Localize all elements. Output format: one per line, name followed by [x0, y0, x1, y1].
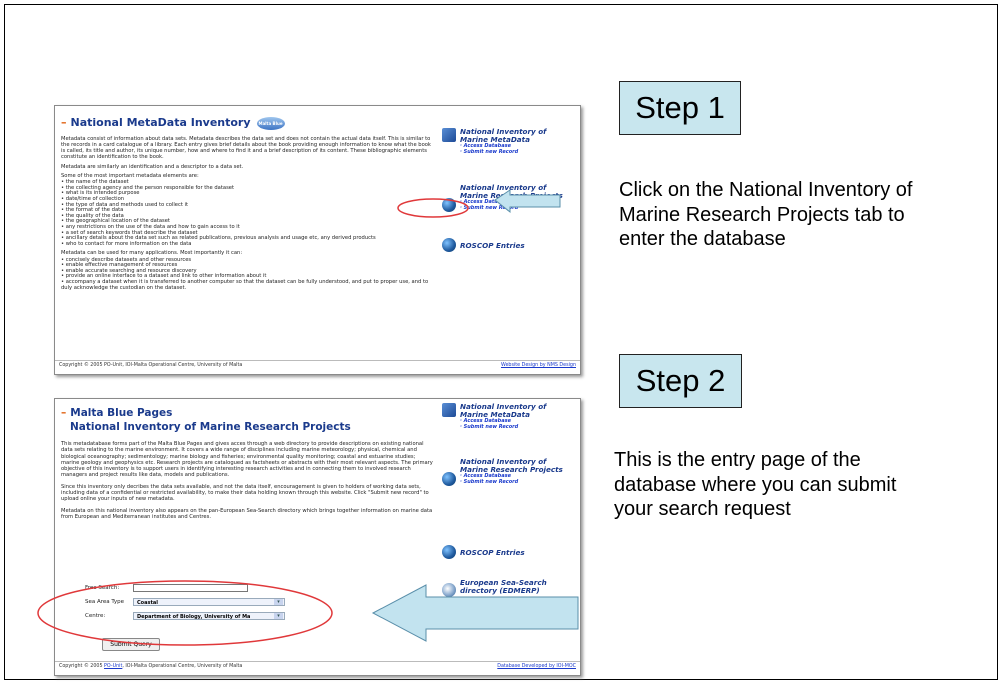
- title-dash-icon: –: [61, 116, 67, 129]
- sidebar-title: National Inventory of Marine Research Pr…: [460, 183, 576, 212]
- sidebar-item-roscop[interactable]: ROSCOP Entries: [442, 238, 576, 254]
- book-icon: [442, 128, 456, 142]
- title-dash-icon: –: [61, 407, 67, 419]
- sidebar-title-text: European Sea-Search directory (EDMERP): [460, 578, 547, 595]
- sea-area-label: Sea Area Type: [85, 599, 125, 605]
- sidebar-title-text: National Inventory of Marine Research Pr…: [460, 183, 563, 200]
- submit-record-link[interactable]: · Submit new Record: [460, 479, 576, 485]
- paragraph: Metadata are similarly an identification…: [61, 163, 244, 170]
- sidebar-title: National Inventory of Marine MetaData · …: [460, 127, 576, 156]
- sea-area-select[interactable]: Coastal ▾: [133, 598, 285, 606]
- sidebar-item-roscop[interactable]: ROSCOP Entries: [442, 545, 576, 561]
- list-item: who to contact for more information on t…: [61, 241, 433, 248]
- submit-record-link[interactable]: · Submit new Record: [460, 205, 576, 211]
- page-title-text: National MetaData Inventory: [70, 116, 251, 129]
- sea-area-value: Coastal: [137, 600, 158, 606]
- intro-paragraph: This metadatabase forms part of the Malt…: [61, 441, 433, 479]
- page-title: – National MetaData Inventory Malta Blue P…: [61, 116, 433, 139]
- sidebar-title-text: ROSCOP Entries: [460, 548, 525, 557]
- globe-icon: [442, 472, 456, 486]
- sidebar-title-text: ROSCOP Entries: [460, 241, 525, 250]
- paragraph: Since this inventory only decribes the d…: [61, 483, 429, 503]
- step-2-description: This is the entry page of the database w…: [614, 449, 897, 520]
- design-credit-link[interactable]: Website Design by NMS Design: [501, 363, 576, 368]
- intro-paragraph: Metadata consist of information about da…: [61, 135, 431, 161]
- paragraph: Metadata can be used for many applicatio…: [61, 250, 243, 257]
- sidebar-item-metadata[interactable]: National Inventory of Marine MetaData · …: [442, 403, 576, 439]
- sidebar-item-research-projects[interactable]: National Inventory of Marine Research Pr…: [442, 458, 576, 502]
- metadata-inventory-screenshot: – National MetaData Inventory Malta Blue P…: [54, 105, 581, 375]
- globe-icon: [442, 545, 456, 559]
- main-content: – Malta Blue Pages National Inventory of …: [61, 407, 433, 523]
- footer: Copyright © 2005 PO-Unit, IOI-Malta Oper…: [55, 360, 580, 374]
- book-icon: [442, 403, 456, 417]
- footer: Copyright © 2005 PO-Unit, IOI-Malta Oper…: [55, 661, 580, 675]
- footer-text: Copyright © 2005 PO-Unit, IOI-Malta Oper…: [59, 363, 243, 368]
- chevron-down-icon[interactable]: ▾: [274, 599, 283, 605]
- footer-text: Copyright © 2005: [59, 664, 105, 669]
- step-1-description: Click on the National Inventory of Marin…: [619, 179, 913, 250]
- step-1-box: Step 1: [619, 81, 741, 135]
- submit-record-link[interactable]: · Submit new Record: [460, 424, 576, 430]
- sidebar-title-text: National Inventory of Marine MetaData: [460, 127, 547, 144]
- sidebar-title-text: National Inventory of Marine Research Pr…: [460, 457, 563, 474]
- sidebar: National Inventory of Marine MetaData · …: [438, 128, 576, 374]
- sidebar-item-edmerp[interactable]: European Sea-Search directory (EDMERP): [442, 579, 576, 609]
- list-item: accompany a dataset when it is transferr…: [61, 279, 433, 291]
- malta-blue-pages-logo: Malta Blue Pages: [256, 116, 285, 139]
- globe-icon: [442, 198, 456, 212]
- elements-list: the name of the dataset the collecting a…: [61, 180, 433, 247]
- sidebar-title-text: National Inventory of Marine MetaData: [460, 402, 547, 419]
- slide: – National MetaData Inventory Malta Blue P…: [4, 4, 998, 680]
- sidebar-title: National Inventory of Marine Research Pr…: [460, 457, 576, 486]
- step-2-box: Step 2: [619, 354, 742, 408]
- po-unit-link[interactable]: PO-Unit: [104, 664, 122, 669]
- globe-icon: [442, 238, 456, 252]
- developer-credit-link[interactable]: Database Developed by IOI-MOC: [497, 664, 576, 669]
- main-content: – National MetaData Inventory Malta Blue P…: [61, 112, 433, 291]
- applications-list: concisely describe datasets and other re…: [61, 257, 433, 292]
- sidebar: National Inventory of Marine MetaData · …: [438, 403, 576, 633]
- research-projects-screenshot: – Malta Blue Pages National Inventory of …: [54, 398, 581, 676]
- footer-text: , IOI-Malta Operational Centre, Universi…: [122, 664, 243, 669]
- submit-record-link[interactable]: · Submit new Record: [460, 149, 576, 155]
- compass-icon: [442, 583, 456, 597]
- paragraph: Metadata on this national inventory also…: [61, 507, 433, 520]
- sidebar-item-research-projects[interactable]: National Inventory of Marine Research Pr…: [442, 184, 576, 228]
- submit-query-button[interactable]: Submit Query: [102, 638, 160, 651]
- free-search-input[interactable]: [133, 584, 248, 592]
- free-search-label: Free Search:: [85, 585, 120, 591]
- sidebar-item-metadata[interactable]: National Inventory of Marine MetaData · …: [442, 128, 576, 164]
- sidebar-title: National Inventory of Marine MetaData · …: [460, 402, 576, 431]
- centre-select[interactable]: Department of Biology, University of Ma …: [133, 612, 285, 620]
- centre-value: Department of Biology, University of Ma: [137, 614, 251, 620]
- page-subtitle: National Inventory of Marine Research Pr…: [70, 421, 351, 433]
- page-title: – Malta Blue Pages: [61, 407, 433, 419]
- chevron-down-icon[interactable]: ▾: [274, 613, 283, 619]
- centre-label: Centre:: [85, 613, 106, 619]
- page-title-text: Malta Blue Pages: [70, 407, 173, 419]
